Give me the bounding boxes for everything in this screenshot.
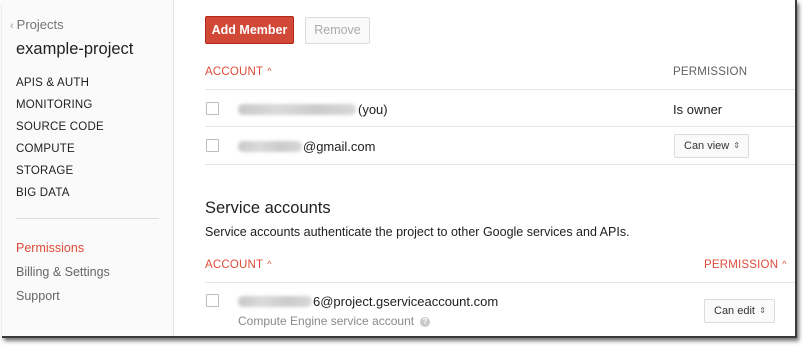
sidebar-divider [16, 218, 159, 219]
member-permission-text: Is owner [673, 102, 723, 117]
service-account-header[interactable]: ACCOUNT ^ [205, 259, 272, 271]
sidebar: ‹ Projects example-project APIS & AUTH MO… [2, 0, 174, 336]
console-window: ‹ Projects example-project APIS & AUTH MO… [2, 0, 797, 338]
back-to-projects-link[interactable]: ‹ Projects [10, 17, 64, 32]
chevron-left-icon: ‹ [10, 20, 14, 32]
sidebar-item-big-data[interactable]: BIG DATA [16, 186, 104, 208]
table-divider [205, 89, 795, 90]
sort-ascending-icon: ^ [267, 259, 272, 269]
service-account-suffix: 6@project.gserviceaccount.com [313, 294, 499, 309]
service-account-subtitle: Compute Engine service account [238, 314, 415, 328]
sidebar-item-support[interactable]: Support [16, 288, 110, 312]
table-divider [205, 282, 795, 283]
service-permission-header-label: PERMISSION [704, 259, 779, 271]
redacted-service-account-id [238, 296, 312, 307]
service-account-subtitle-row: Compute Engine service account? [238, 314, 431, 328]
members-account-header-label: ACCOUNT [205, 66, 264, 78]
section-title: Service accounts [205, 199, 331, 217]
service-permission-dropdown[interactable]: Can edit ⇕ [704, 299, 775, 323]
sidebar-item-billing-settings[interactable]: Billing & Settings [16, 264, 110, 288]
sidebar-nav-main: APIS & AUTH MONITORING SOURCE CODE COMPU… [16, 76, 104, 208]
table-divider [205, 164, 795, 165]
sidebar-item-monitoring[interactable]: MONITORING [16, 98, 104, 120]
sidebar-item-compute[interactable]: COMPUTE [16, 142, 104, 164]
service-account-header-label: ACCOUNT [205, 259, 264, 271]
permission-dropdown-value: Can view [684, 140, 730, 152]
member-row-checkbox[interactable] [206, 102, 219, 115]
sort-ascending-icon: ^ [782, 259, 787, 269]
member-row-checkbox[interactable] [206, 139, 219, 152]
add-member-button[interactable]: Add Member [205, 16, 294, 44]
back-label: Projects [16, 17, 64, 32]
table-divider [205, 126, 795, 127]
member-account-suffix: @gmail.com [303, 139, 376, 154]
redacted-email [238, 141, 302, 152]
up-down-arrows-icon: ⇕ [733, 141, 740, 150]
sidebar-item-storage[interactable]: STORAGE [16, 164, 104, 186]
members-permission-header: PERMISSION [673, 66, 748, 78]
member-account-suffix: (you) [358, 102, 388, 117]
service-permission-dropdown-value: Can edit [714, 305, 755, 317]
up-down-arrows-icon: ⇕ [759, 306, 766, 315]
permission-dropdown[interactable]: Can view ⇕ [674, 134, 749, 158]
sort-ascending-icon: ^ [267, 66, 272, 76]
service-row-checkbox[interactable] [206, 294, 219, 307]
members-account-header[interactable]: ACCOUNT ^ [205, 66, 272, 78]
help-icon[interactable]: ? [420, 317, 431, 327]
sidebar-item-permissions[interactable]: Permissions [16, 240, 110, 264]
project-name: example-project [16, 40, 134, 58]
section-description: Service accounts authenticate the projec… [205, 225, 630, 239]
redacted-email [238, 104, 356, 115]
sidebar-nav-settings: Permissions Billing & Settings Support [16, 240, 110, 312]
main-content: Add Member Remove ACCOUNT ^ PERMISSION (y… [175, 0, 795, 336]
sidebar-item-source-code[interactable]: SOURCE CODE [16, 120, 104, 142]
remove-button[interactable]: Remove [305, 17, 370, 44]
sidebar-item-apis-auth[interactable]: APIS & AUTH [16, 76, 104, 98]
service-permission-header[interactable]: PERMISSION ^ [704, 259, 787, 271]
